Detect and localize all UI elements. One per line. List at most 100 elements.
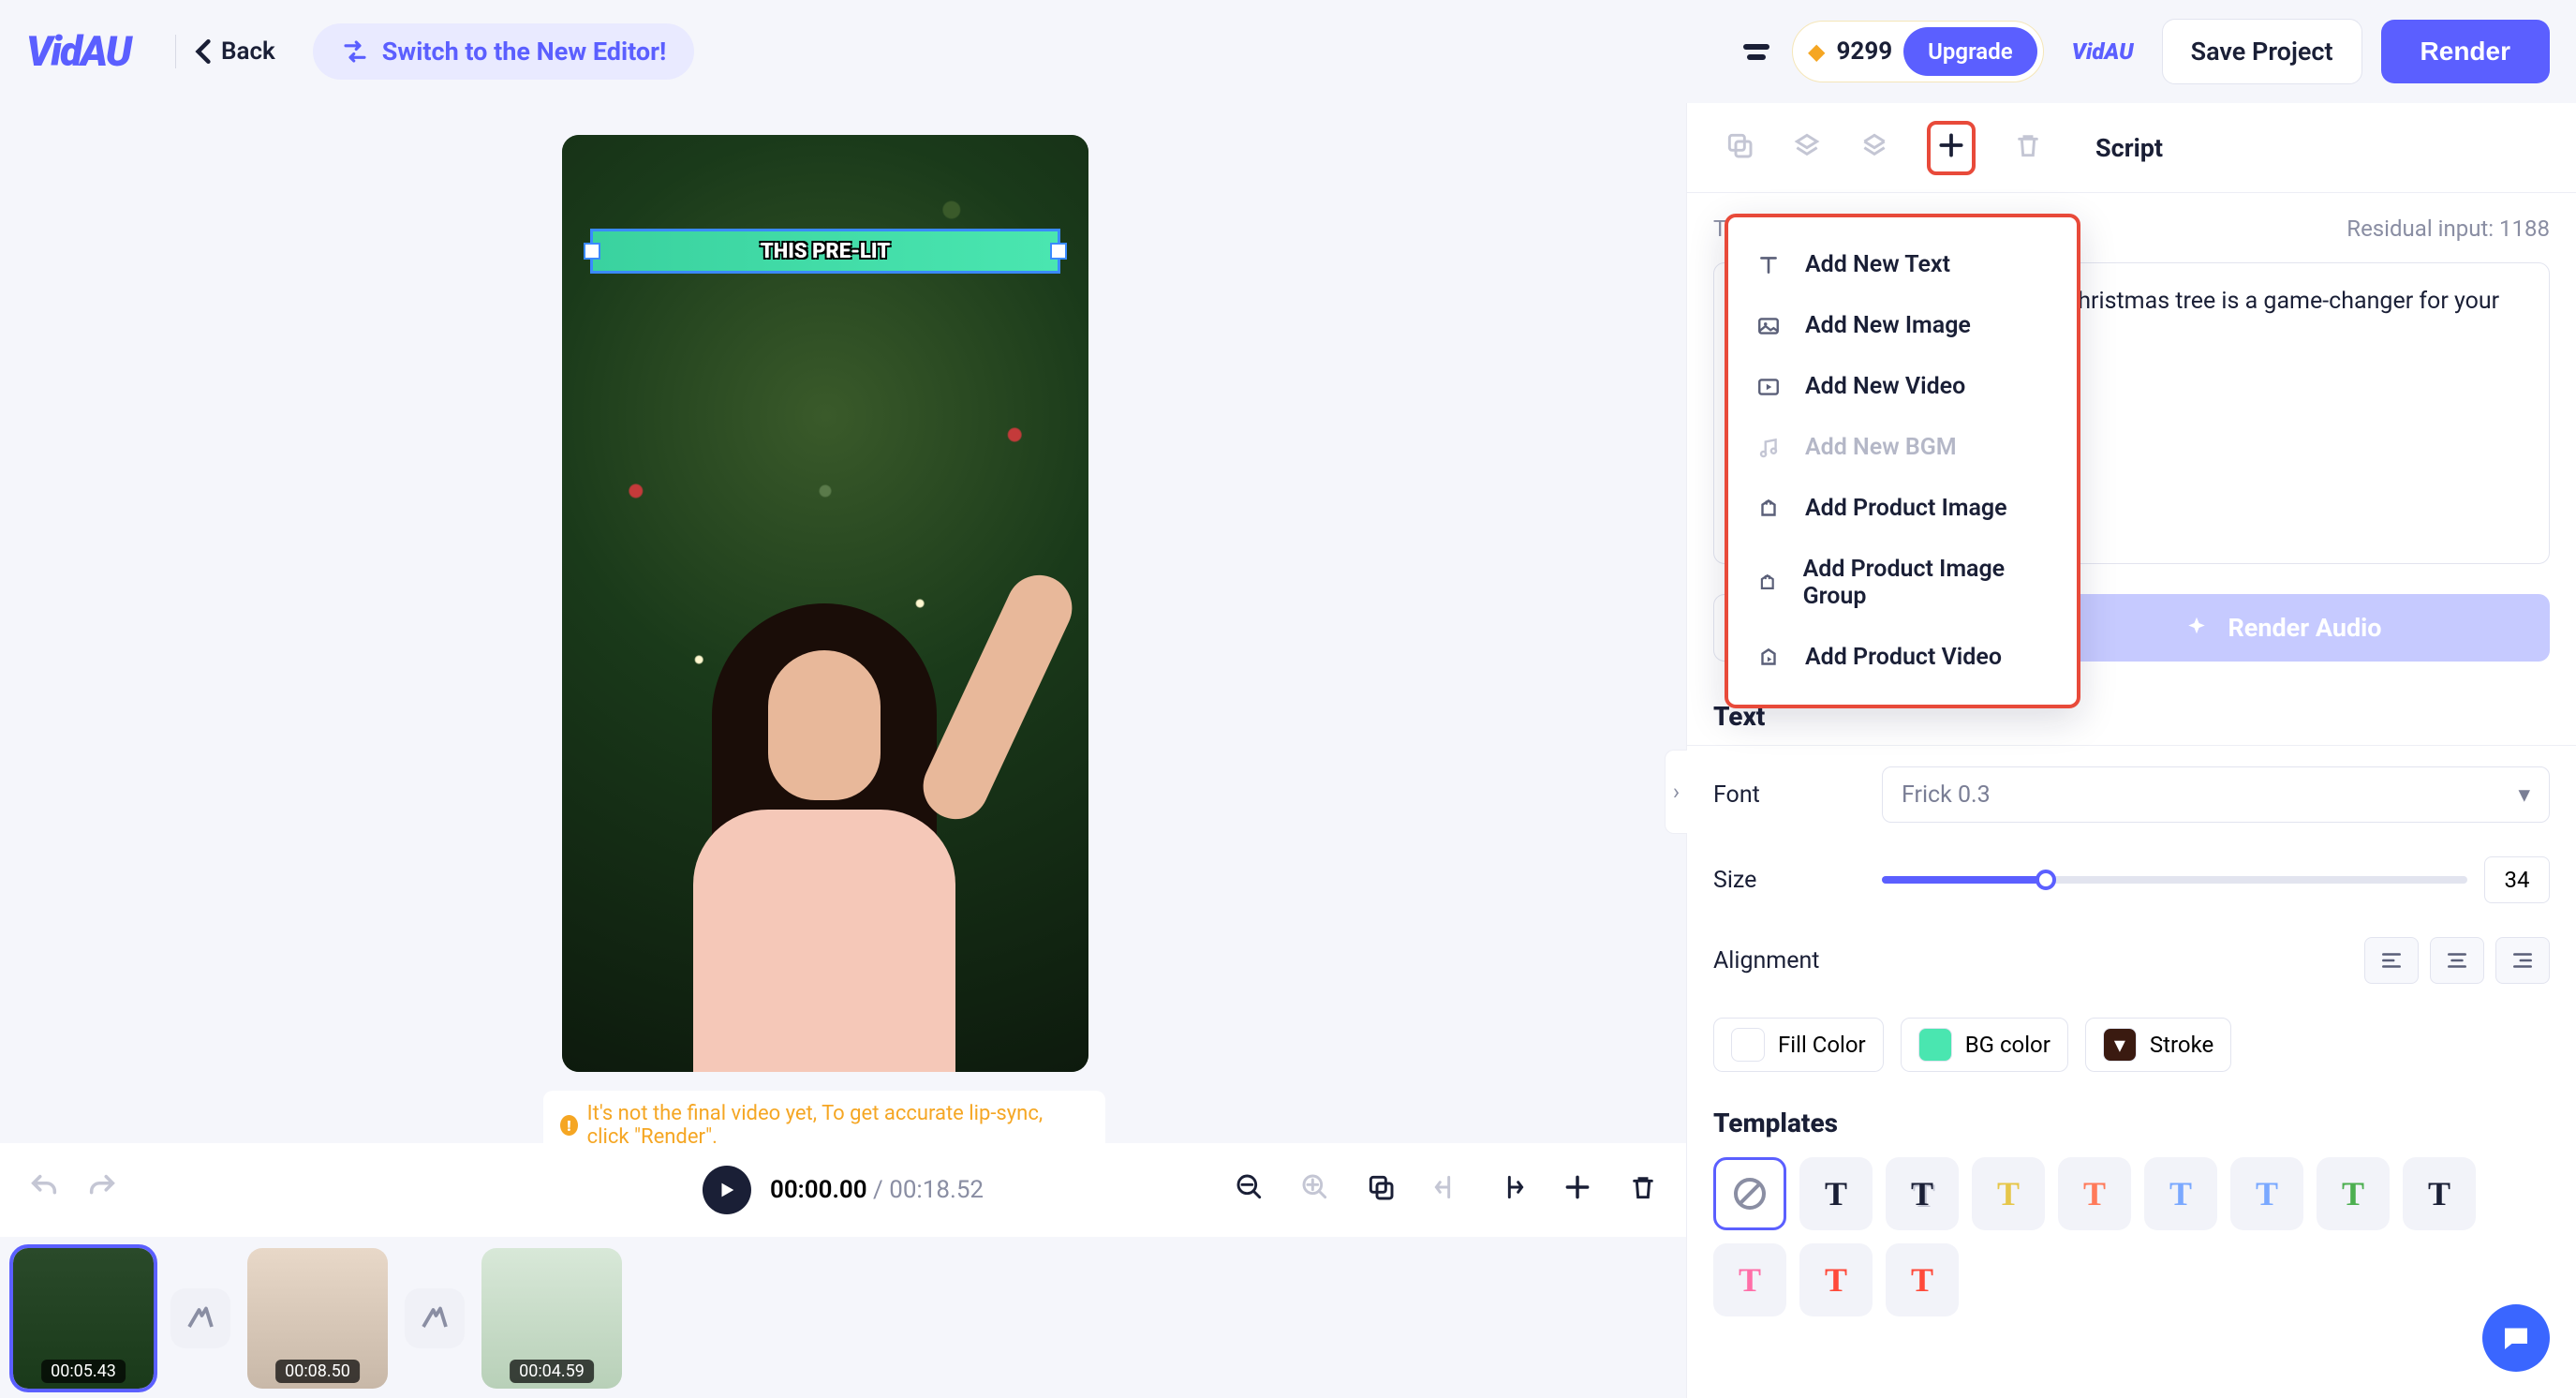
menu-add-product-image-group[interactable]: Add Product Image Group bbox=[1728, 539, 2077, 627]
play-button[interactable] bbox=[703, 1166, 751, 1214]
warning-icon: ! bbox=[560, 1115, 578, 1136]
font-row: Font Frick 0.3 ▾ bbox=[1687, 750, 2576, 840]
align-right-button[interactable] bbox=[2495, 937, 2550, 984]
duration: 00:18.52 bbox=[889, 1176, 984, 1204]
header-right: ◆ 9299 Upgrade VidAU Save Project Render bbox=[1740, 19, 2550, 84]
menu-add-text[interactable]: Add New Text bbox=[1728, 234, 2077, 295]
app-header: VidAU Back Switch to the New Editor! ◆ 9… bbox=[0, 0, 2576, 103]
zoom-in-button[interactable] bbox=[1300, 1172, 1330, 1208]
template-item[interactable]: T bbox=[1799, 1243, 1873, 1316]
menu-add-bgm: Add New BGM bbox=[1728, 417, 2077, 478]
send-backward-button[interactable] bbox=[1859, 130, 1889, 166]
avatar-person-illustration bbox=[656, 547, 993, 1072]
template-item[interactable]: T bbox=[1886, 1243, 1959, 1316]
duplicate-button[interactable] bbox=[1725, 130, 1754, 166]
template-item[interactable]: T bbox=[2317, 1157, 2390, 1230]
caption-overlay[interactable]: THIS PRE-LIT bbox=[590, 229, 1060, 274]
split-right-button[interactable] bbox=[1497, 1172, 1527, 1208]
delete-element-button[interactable] bbox=[2013, 130, 2043, 166]
bring-forward-button[interactable] bbox=[1792, 130, 1822, 166]
add-element-button[interactable] bbox=[1927, 121, 1976, 175]
chat-icon bbox=[2499, 1321, 2533, 1355]
transition-node[interactable] bbox=[405, 1288, 465, 1348]
size-value[interactable]: 34 bbox=[2484, 856, 2550, 903]
menu-add-image[interactable]: Add New Image bbox=[1728, 295, 2077, 356]
template-item[interactable]: T bbox=[2058, 1157, 2131, 1230]
clip-time: 00:05.43 bbox=[41, 1360, 126, 1383]
alignment-label: Alignment bbox=[1713, 947, 1863, 974]
template-item[interactable]: T bbox=[2403, 1157, 2476, 1230]
clip-thumb-1[interactable]: 00:05.43 bbox=[13, 1248, 154, 1389]
bg-color-chip[interactable]: BG color bbox=[1901, 1018, 2068, 1072]
undo-button[interactable] bbox=[28, 1171, 60, 1209]
layers-button[interactable] bbox=[1740, 35, 1773, 68]
undo-redo bbox=[28, 1171, 118, 1209]
time-display: 00:00.00 / 00:18.52 bbox=[770, 1176, 984, 1204]
playback-controls: 00:00.00 / 00:18.52 bbox=[703, 1166, 984, 1214]
templates-grid: T T T T T T T T T T T bbox=[1687, 1148, 2576, 1326]
stage-area: THIS PRE-LIT ! It's not the final video … bbox=[0, 103, 1686, 1398]
save-project-button[interactable]: Save Project bbox=[2162, 19, 2362, 84]
redo-button[interactable] bbox=[86, 1171, 118, 1209]
diamond-icon: ◆ bbox=[1808, 38, 1825, 65]
size-slider[interactable] bbox=[1882, 876, 2467, 884]
chevron-down-icon: ▾ bbox=[2518, 781, 2530, 809]
current-time: 00:00.00 bbox=[770, 1176, 867, 1204]
template-item[interactable]: T bbox=[1886, 1157, 1959, 1230]
fill-color-chip[interactable]: Fill Color bbox=[1713, 1018, 1884, 1072]
font-label: Font bbox=[1713, 781, 1863, 809]
switch-icon bbox=[341, 37, 369, 66]
element-toolbar: Script bbox=[1687, 103, 2576, 193]
clip-thumb-2[interactable]: 00:08.50 bbox=[247, 1248, 388, 1389]
template-none[interactable] bbox=[1713, 1157, 1786, 1230]
size-row: Size 34 bbox=[1687, 840, 2576, 920]
chevron-left-icon bbox=[195, 37, 212, 66]
divider bbox=[175, 35, 176, 68]
vidau-badge: VidAU bbox=[2072, 38, 2134, 65]
font-select[interactable]: Frick 0.3 ▾ bbox=[1882, 766, 2550, 823]
menu-add-product-video[interactable]: Add Product Video bbox=[1728, 627, 2077, 688]
logo: VidAU bbox=[26, 27, 130, 76]
back-button[interactable]: Back bbox=[195, 37, 275, 66]
template-item[interactable]: T bbox=[2144, 1157, 2217, 1230]
render-button[interactable]: Render bbox=[2381, 20, 2550, 83]
template-item[interactable]: T bbox=[1799, 1157, 1873, 1230]
clip-thumb-3[interactable]: 00:04.59 bbox=[481, 1248, 622, 1389]
template-item[interactable]: T bbox=[1972, 1157, 2045, 1230]
color-row: Fill Color BG color ▾Stroke bbox=[1687, 1001, 2576, 1089]
stroke-color-chip[interactable]: ▾Stroke bbox=[2085, 1018, 2231, 1072]
back-label: Back bbox=[221, 37, 275, 66]
residual-input: Residual input: 1188 bbox=[2347, 216, 2550, 242]
video-canvas[interactable]: THIS PRE-LIT bbox=[562, 135, 1088, 1072]
duplicate-clip-button[interactable] bbox=[1366, 1172, 1396, 1208]
timeline-toolbar: 00:00.00 / 00:18.52 bbox=[0, 1143, 1686, 1237]
clip-time: 00:08.50 bbox=[275, 1360, 360, 1383]
align-left-button[interactable] bbox=[2364, 937, 2419, 984]
menu-add-product-image[interactable]: Add Product Image bbox=[1728, 478, 2077, 539]
switch-editor-button[interactable]: Switch to the New Editor! bbox=[313, 23, 695, 80]
clip-thumbnails: 00:05.43 00:08.50 00:04.59 bbox=[13, 1248, 622, 1389]
collapse-panel-button[interactable]: › bbox=[1665, 750, 1687, 834]
intercom-chat-button[interactable] bbox=[2482, 1304, 2550, 1372]
templates-title: Templates bbox=[1687, 1089, 2576, 1148]
caption-text: THIS PRE-LIT bbox=[761, 240, 890, 263]
split-left-button[interactable] bbox=[1431, 1172, 1461, 1208]
template-item[interactable]: T bbox=[2230, 1157, 2303, 1230]
script-tab[interactable]: Script bbox=[2095, 133, 2163, 163]
zoom-out-button[interactable] bbox=[1235, 1172, 1265, 1208]
alignment-row: Alignment bbox=[1687, 920, 2576, 1001]
delete-clip-button[interactable] bbox=[1628, 1172, 1658, 1208]
transition-node[interactable] bbox=[170, 1288, 230, 1348]
right-panel: › Script Add New Text Add New Image Add … bbox=[1686, 103, 2576, 1398]
clip-time: 00:04.59 bbox=[510, 1360, 594, 1383]
switch-editor-label: Switch to the New Editor! bbox=[382, 37, 667, 67]
add-element-menu: Add New Text Add New Image Add New Video… bbox=[1725, 214, 2080, 708]
align-center-button[interactable] bbox=[2430, 937, 2484, 984]
template-item[interactable]: T bbox=[1713, 1243, 1786, 1316]
render-audio-button[interactable]: Render Audio bbox=[2015, 594, 2550, 662]
sparkle-icon bbox=[2183, 614, 2211, 642]
upgrade-button[interactable]: Upgrade bbox=[1903, 27, 2036, 76]
menu-add-video[interactable]: Add New Video bbox=[1728, 356, 2077, 417]
credits-pill[interactable]: ◆ 9299 Upgrade bbox=[1792, 21, 2044, 82]
add-clip-button[interactable] bbox=[1562, 1172, 1592, 1208]
